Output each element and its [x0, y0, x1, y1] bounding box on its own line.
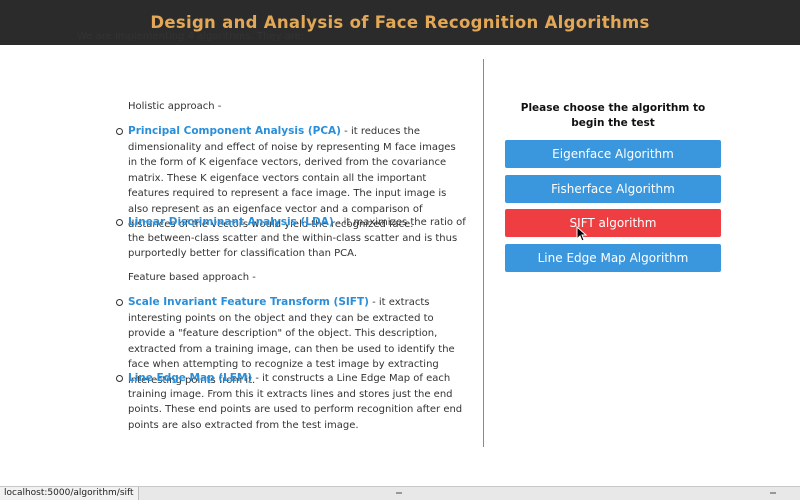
page-title: Design and Analysis of Face Recognition …: [150, 13, 650, 32]
fisherface-button[interactable]: Fisherface Algorithm: [505, 175, 721, 203]
vertical-divider: [483, 59, 484, 447]
browser-status-bar: localhost:5000/algorithm/sift: [0, 486, 800, 500]
list-item-lem: Line Edge Map (LEM) - it constructs a Li…: [116, 371, 466, 433]
holistic-approach-label: Holistic approach -: [128, 101, 222, 112]
status-url: localhost:5000/algorithm/sift: [0, 487, 139, 500]
pca-link[interactable]: Principal Component Analysis (PCA): [128, 125, 341, 137]
sift-button[interactable]: SIFT algorithm: [505, 209, 721, 237]
lda-link[interactable]: Linear Discriminant Analysis (LDA): [128, 216, 334, 228]
list-item-lda: Linear Discriminant Analysis (LDA) - it …: [116, 215, 466, 262]
lem-link[interactable]: Line Edge Map (LEM): [128, 372, 252, 384]
eigenface-button[interactable]: Eigenface Algorithm: [505, 140, 721, 168]
sift-link[interactable]: Scale Invariant Feature Transform (SIFT): [128, 296, 369, 308]
choose-algorithm-prompt: Please choose the algorithm to begin the…: [520, 102, 706, 129]
line-edge-map-button[interactable]: Line Edge Map Algorithm: [505, 244, 721, 272]
resize-grip-icon: [770, 492, 776, 494]
circle-bullet-icon: [116, 375, 123, 382]
resize-grip-icon: [396, 492, 402, 494]
feature-approach-label: Feature based approach -: [128, 272, 256, 283]
circle-bullet-icon: [116, 128, 123, 135]
mouse-pointer-icon: [576, 226, 588, 242]
intro-text: We are implementing 4 algorithms. They a…: [77, 31, 305, 42]
circle-bullet-icon: [116, 219, 123, 226]
circle-bullet-icon: [116, 299, 123, 306]
